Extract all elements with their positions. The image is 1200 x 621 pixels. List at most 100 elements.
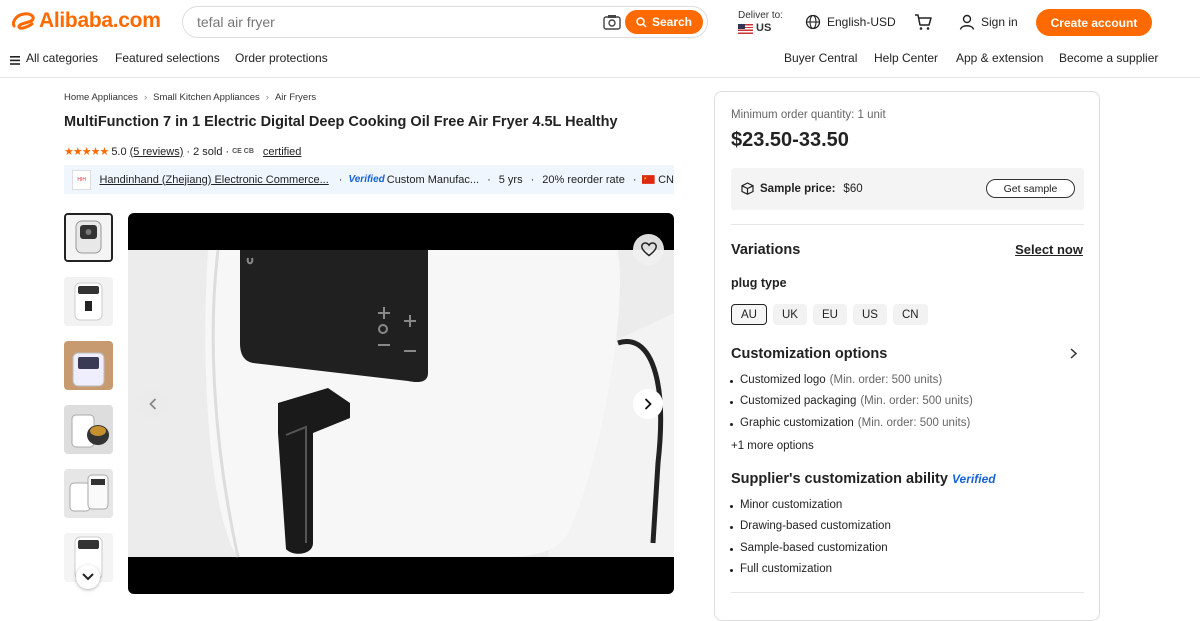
supplier-type: Custom Manufac...: [386, 173, 480, 186]
thumbnail-1[interactable]: [64, 213, 113, 262]
select-now-link[interactable]: Select now: [1015, 242, 1083, 257]
favorite-button[interactable]: [633, 234, 664, 265]
thumbnail-4[interactable]: [64, 405, 113, 454]
next-image-button[interactable]: [633, 389, 663, 419]
thumbnail-5[interactable]: [64, 469, 113, 518]
reorder-rate: 20% reorder rate: [542, 173, 625, 186]
list-item: Customized packaging (Min. order: 500 uni…: [730, 391, 973, 412]
breadcrumb-item[interactable]: Small Kitchen Appliances: [153, 92, 260, 103]
deliver-country: US: [756, 22, 772, 34]
nav-order-protections[interactable]: Order protections: [235, 51, 328, 65]
us-flag-icon: [738, 23, 753, 34]
supplier-ability-title: Supplier's customization ability Verifie…: [731, 471, 996, 487]
plug-option-us[interactable]: US: [852, 304, 887, 325]
supplier-bar: HIH Handinhand (Zhejiang) Electronic Com…: [64, 165, 674, 194]
supplier-logo-icon: HIH: [72, 169, 92, 190]
language-label: English-USD: [827, 15, 896, 29]
rating-value: 5.0: [111, 145, 127, 158]
certified-link[interactable]: certified: [263, 146, 302, 158]
chevron-down-icon: [82, 573, 94, 581]
globe-icon: [805, 14, 821, 30]
main-product-image[interactable]: [128, 213, 674, 594]
box-icon: [741, 182, 754, 195]
sold-count: 2 sold: [193, 145, 223, 158]
thumbnail-2[interactable]: [64, 277, 113, 326]
cert-badges: CE CB: [232, 148, 254, 155]
sample-price-label: Sample price:: [760, 182, 836, 195]
deliver-to[interactable]: Deliver to: US: [738, 9, 783, 35]
sample-price-box: Sample price: $60 Get sample: [731, 168, 1084, 210]
breadcrumb-separator: ›: [143, 92, 148, 103]
search-icon: [636, 16, 647, 28]
plug-option-cn[interactable]: CN: [892, 304, 928, 325]
list-item: Full customization: [730, 559, 891, 580]
list-item: Customized logo (Min. order: 500 units): [730, 370, 973, 391]
supplier-years: 5 yrs: [498, 173, 523, 186]
plug-type-options: AU UK EU US CN: [731, 304, 928, 325]
star-rating-icon: ★★★★★: [64, 146, 109, 158]
nav-buyer-central[interactable]: Buyer Central: [784, 51, 857, 65]
get-sample-button[interactable]: Get sample: [986, 179, 1075, 198]
supplier-name-link[interactable]: Handinhand (Zhejiang) Electronic Commerc…: [99, 174, 328, 186]
list-item: Sample-based customization: [730, 538, 891, 559]
order-panel: Minimum order quantity: 1 unit $23.50-33…: [714, 91, 1100, 621]
verified-badge: Verified: [348, 174, 385, 185]
list-item: Minor customization: [730, 495, 891, 516]
chevron-right-icon[interactable]: [1070, 348, 1077, 359]
user-icon: [959, 14, 975, 30]
logo-text: Alibaba.com: [39, 9, 161, 32]
breadcrumb-item[interactable]: Home Appliances: [64, 92, 138, 103]
verified-badge: Verified: [952, 472, 996, 486]
cn-flag-icon: ★: [642, 175, 656, 184]
camera-icon[interactable]: [603, 14, 621, 30]
breadcrumb: Home Appliances › Small Kitchen Applianc…: [64, 92, 316, 103]
supplier-country: CN: [658, 173, 674, 186]
thumbnail-scroll-down-button[interactable]: [76, 565, 100, 589]
divider: [731, 592, 1084, 593]
plug-type-title: plug type: [731, 276, 787, 290]
customization-list: Customized logo (Min. order: 500 units) C…: [730, 370, 973, 434]
list-item: Drawing-based customization: [730, 516, 891, 537]
language-selector[interactable]: English-USD: [805, 14, 896, 30]
alibaba-logo-icon: [12, 12, 35, 30]
air-fryer-photo: [128, 249, 674, 558]
customization-options-title[interactable]: Customization options: [731, 346, 887, 362]
search-input[interactable]: [197, 14, 587, 30]
sign-in-label: Sign in: [981, 15, 1018, 29]
variations-title: Variations: [731, 242, 801, 258]
top-nav: All categories Featured selections Order…: [0, 44, 1200, 78]
product-title: MultiFunction 7 in 1 Electric Digital De…: [64, 114, 618, 130]
nav-featured-selections[interactable]: Featured selections: [115, 51, 220, 65]
sign-in-link[interactable]: Sign in: [959, 14, 1018, 30]
cart-icon[interactable]: [914, 13, 932, 31]
nav-app-extension[interactable]: App & extension: [956, 51, 1043, 65]
price-range: $23.50-33.50: [731, 129, 849, 151]
menu-icon[interactable]: [10, 54, 20, 68]
breadcrumb-item[interactable]: Air Fryers: [275, 92, 316, 103]
create-account-button[interactable]: Create account: [1036, 9, 1152, 36]
search-button[interactable]: Search: [625, 10, 703, 34]
thumbnail-3[interactable]: [64, 341, 113, 390]
svg-text:★: ★: [644, 176, 648, 181]
nav-help-center[interactable]: Help Center: [874, 51, 938, 65]
plug-option-au[interactable]: AU: [731, 304, 767, 325]
search-button-label: Search: [651, 15, 693, 29]
min-order-quantity: Minimum order quantity: 1 unit: [731, 109, 886, 121]
heart-icon: [640, 242, 657, 257]
list-item: Graphic customization (Min. order: 500 un…: [730, 413, 973, 434]
deliver-label: Deliver to:: [738, 10, 784, 21]
plug-option-uk[interactable]: UK: [772, 304, 807, 325]
site-header: Alibaba.com Search Deliver to: US: [0, 0, 1200, 44]
nav-all-categories[interactable]: All categories: [26, 51, 98, 65]
sample-price-value: $60: [843, 182, 863, 195]
plug-option-eu[interactable]: EU: [812, 304, 847, 325]
chevron-left-icon: [149, 398, 157, 410]
alibaba-logo[interactable]: Alibaba.com: [10, 9, 161, 33]
reviews-link[interactable]: (5 reviews): [130, 146, 184, 158]
nav-become-supplier[interactable]: Become a supplier: [1059, 51, 1158, 65]
search-bar[interactable]: Search: [182, 6, 708, 38]
chevron-right-icon: [644, 398, 652, 410]
previous-image-button[interactable]: [138, 389, 168, 419]
more-options-link[interactable]: +1 more options: [731, 440, 814, 452]
product-rating: ★★★★★ 5.0 (5 reviews) · 2 sold · CE CB c…: [64, 145, 302, 159]
